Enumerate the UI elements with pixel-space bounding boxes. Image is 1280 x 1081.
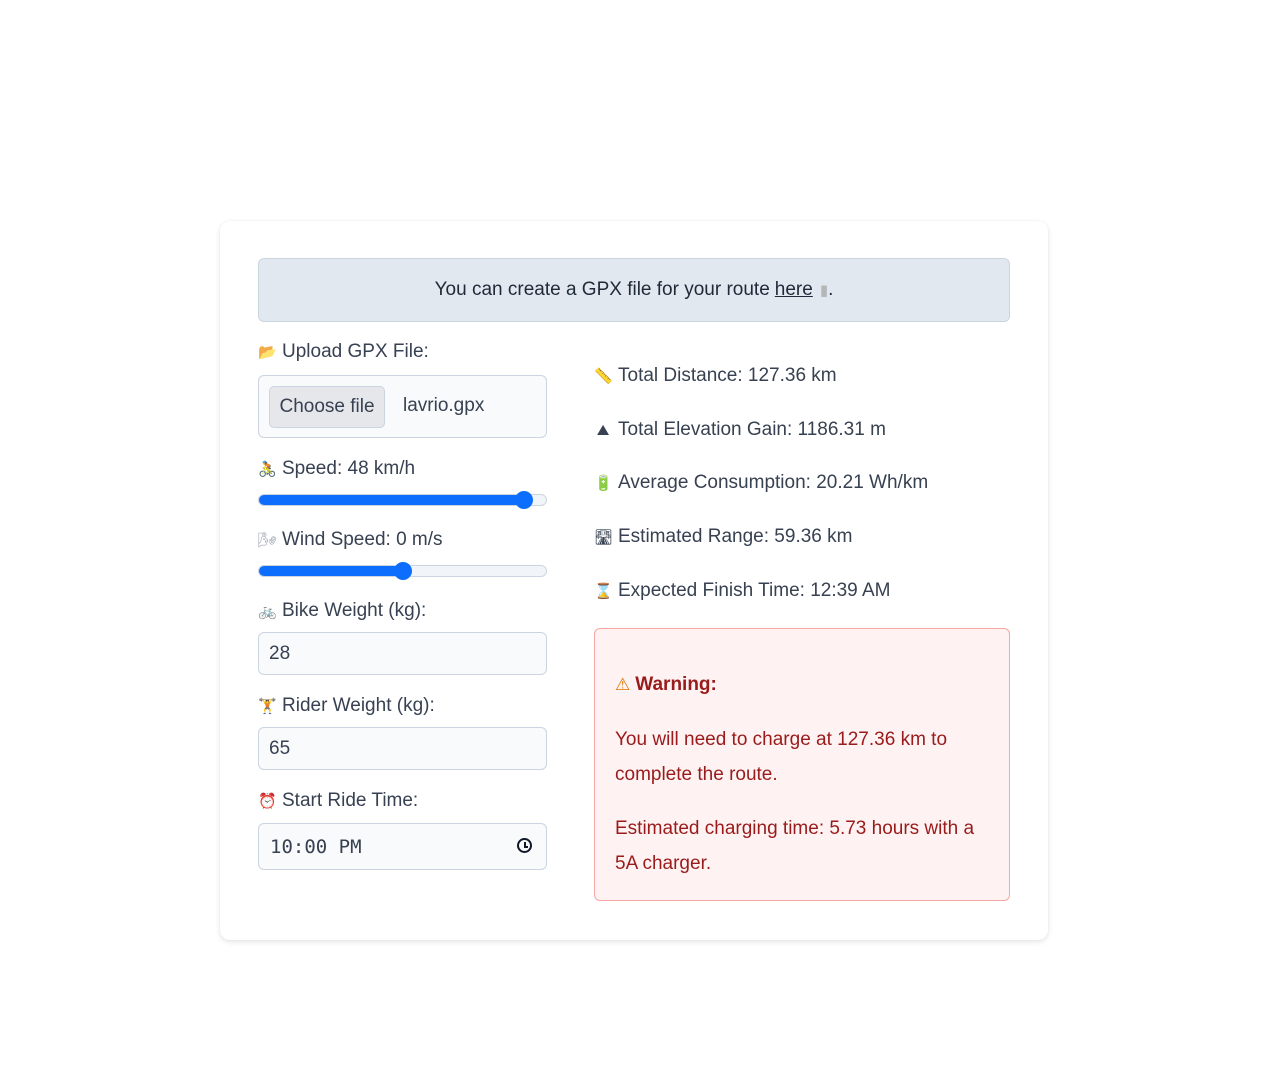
speed-slider[interactable] bbox=[258, 491, 547, 509]
ruler-icon: 📏 bbox=[594, 368, 613, 385]
gpx-info-banner: You can create a GPX file for your route… bbox=[258, 258, 1010, 322]
speed-slider-thumb[interactable] bbox=[514, 491, 533, 509]
bike-weight-label: 🚲 Bike Weight (kg): bbox=[258, 600, 427, 621]
speed-slider-fill bbox=[259, 495, 524, 505]
cyclist-icon: 🚴 bbox=[258, 461, 277, 478]
start-time-value: 10:00 PM bbox=[270, 835, 362, 858]
bicycle-icon: 🚲 bbox=[258, 603, 277, 620]
stat-total-distance: 📏 Total Distance: 127.36 km bbox=[594, 365, 837, 386]
start-time-input[interactable]: 10:00 PM bbox=[258, 823, 547, 870]
gpx-create-link[interactable]: here bbox=[775, 279, 813, 301]
wind-speed-slider[interactable] bbox=[258, 562, 547, 580]
start-time-label: ⏰ Start Ride Time: bbox=[258, 790, 419, 811]
banner-trailing: . bbox=[828, 279, 834, 300]
warning-charge-distance: You will need to charge at 127.36 km to … bbox=[615, 729, 948, 785]
charging-warning: ⚠ Warning: You will need to charge at 12… bbox=[594, 628, 1010, 901]
alarm-clock-icon: ⏰ bbox=[258, 793, 277, 810]
page-icon: ▮ bbox=[819, 282, 829, 299]
battery-icon: 🔋 bbox=[594, 475, 613, 492]
speed-label: 🚴 Speed: 48 km/h bbox=[258, 458, 416, 479]
bike-weight-input[interactable]: 28 bbox=[258, 632, 547, 675]
mountain-icon: ⛰ bbox=[596, 421, 610, 439]
selected-file-name: lavrio.gpx bbox=[403, 395, 485, 416]
warning-title: ⚠ Warning: bbox=[615, 667, 717, 702]
stat-finish-time: ⌛ Expected Finish Time: 12:39 AM bbox=[594, 580, 891, 601]
folder-icon: 📂 bbox=[258, 344, 277, 361]
hourglass-icon: ⌛ bbox=[594, 583, 613, 600]
weightlifter-icon: 🏋 bbox=[258, 698, 277, 715]
warning-charge-time: Estimated charging time: 5.73 hours with… bbox=[615, 818, 975, 874]
warning-icon: ⚠ bbox=[615, 675, 631, 694]
gpx-file-input[interactable]: Choose file lavrio.gpx bbox=[258, 375, 547, 438]
stat-estimated-range: 🛣 Estimated Range: 59.36 km bbox=[594, 526, 853, 547]
road-icon: 🛣 bbox=[594, 529, 614, 546]
stat-elevation-gain: ⛰ Total Elevation Gain: 1186.31 m bbox=[594, 419, 886, 441]
banner-text: You can create a GPX file for your route bbox=[434, 279, 770, 300]
clock-icon[interactable] bbox=[517, 838, 532, 853]
wind-speed-label: 🌬 Wind Speed: 0 m/s bbox=[258, 529, 443, 550]
rider-weight-label: 🏋 Rider Weight (kg): bbox=[258, 695, 435, 716]
upload-gpx-label: 📂 Upload GPX File: bbox=[258, 341, 429, 362]
rider-weight-input[interactable]: 65 bbox=[258, 727, 547, 770]
wind-slider-thumb[interactable] bbox=[393, 562, 412, 580]
speed-slider-track bbox=[258, 494, 547, 506]
choose-file-button[interactable]: Choose file bbox=[269, 386, 385, 428]
wind-slider-fill bbox=[259, 566, 403, 576]
stat-average-consumption: 🔋 Average Consumption: 20.21 Wh/km bbox=[594, 472, 929, 493]
wind-icon: 🌬 bbox=[258, 532, 278, 549]
